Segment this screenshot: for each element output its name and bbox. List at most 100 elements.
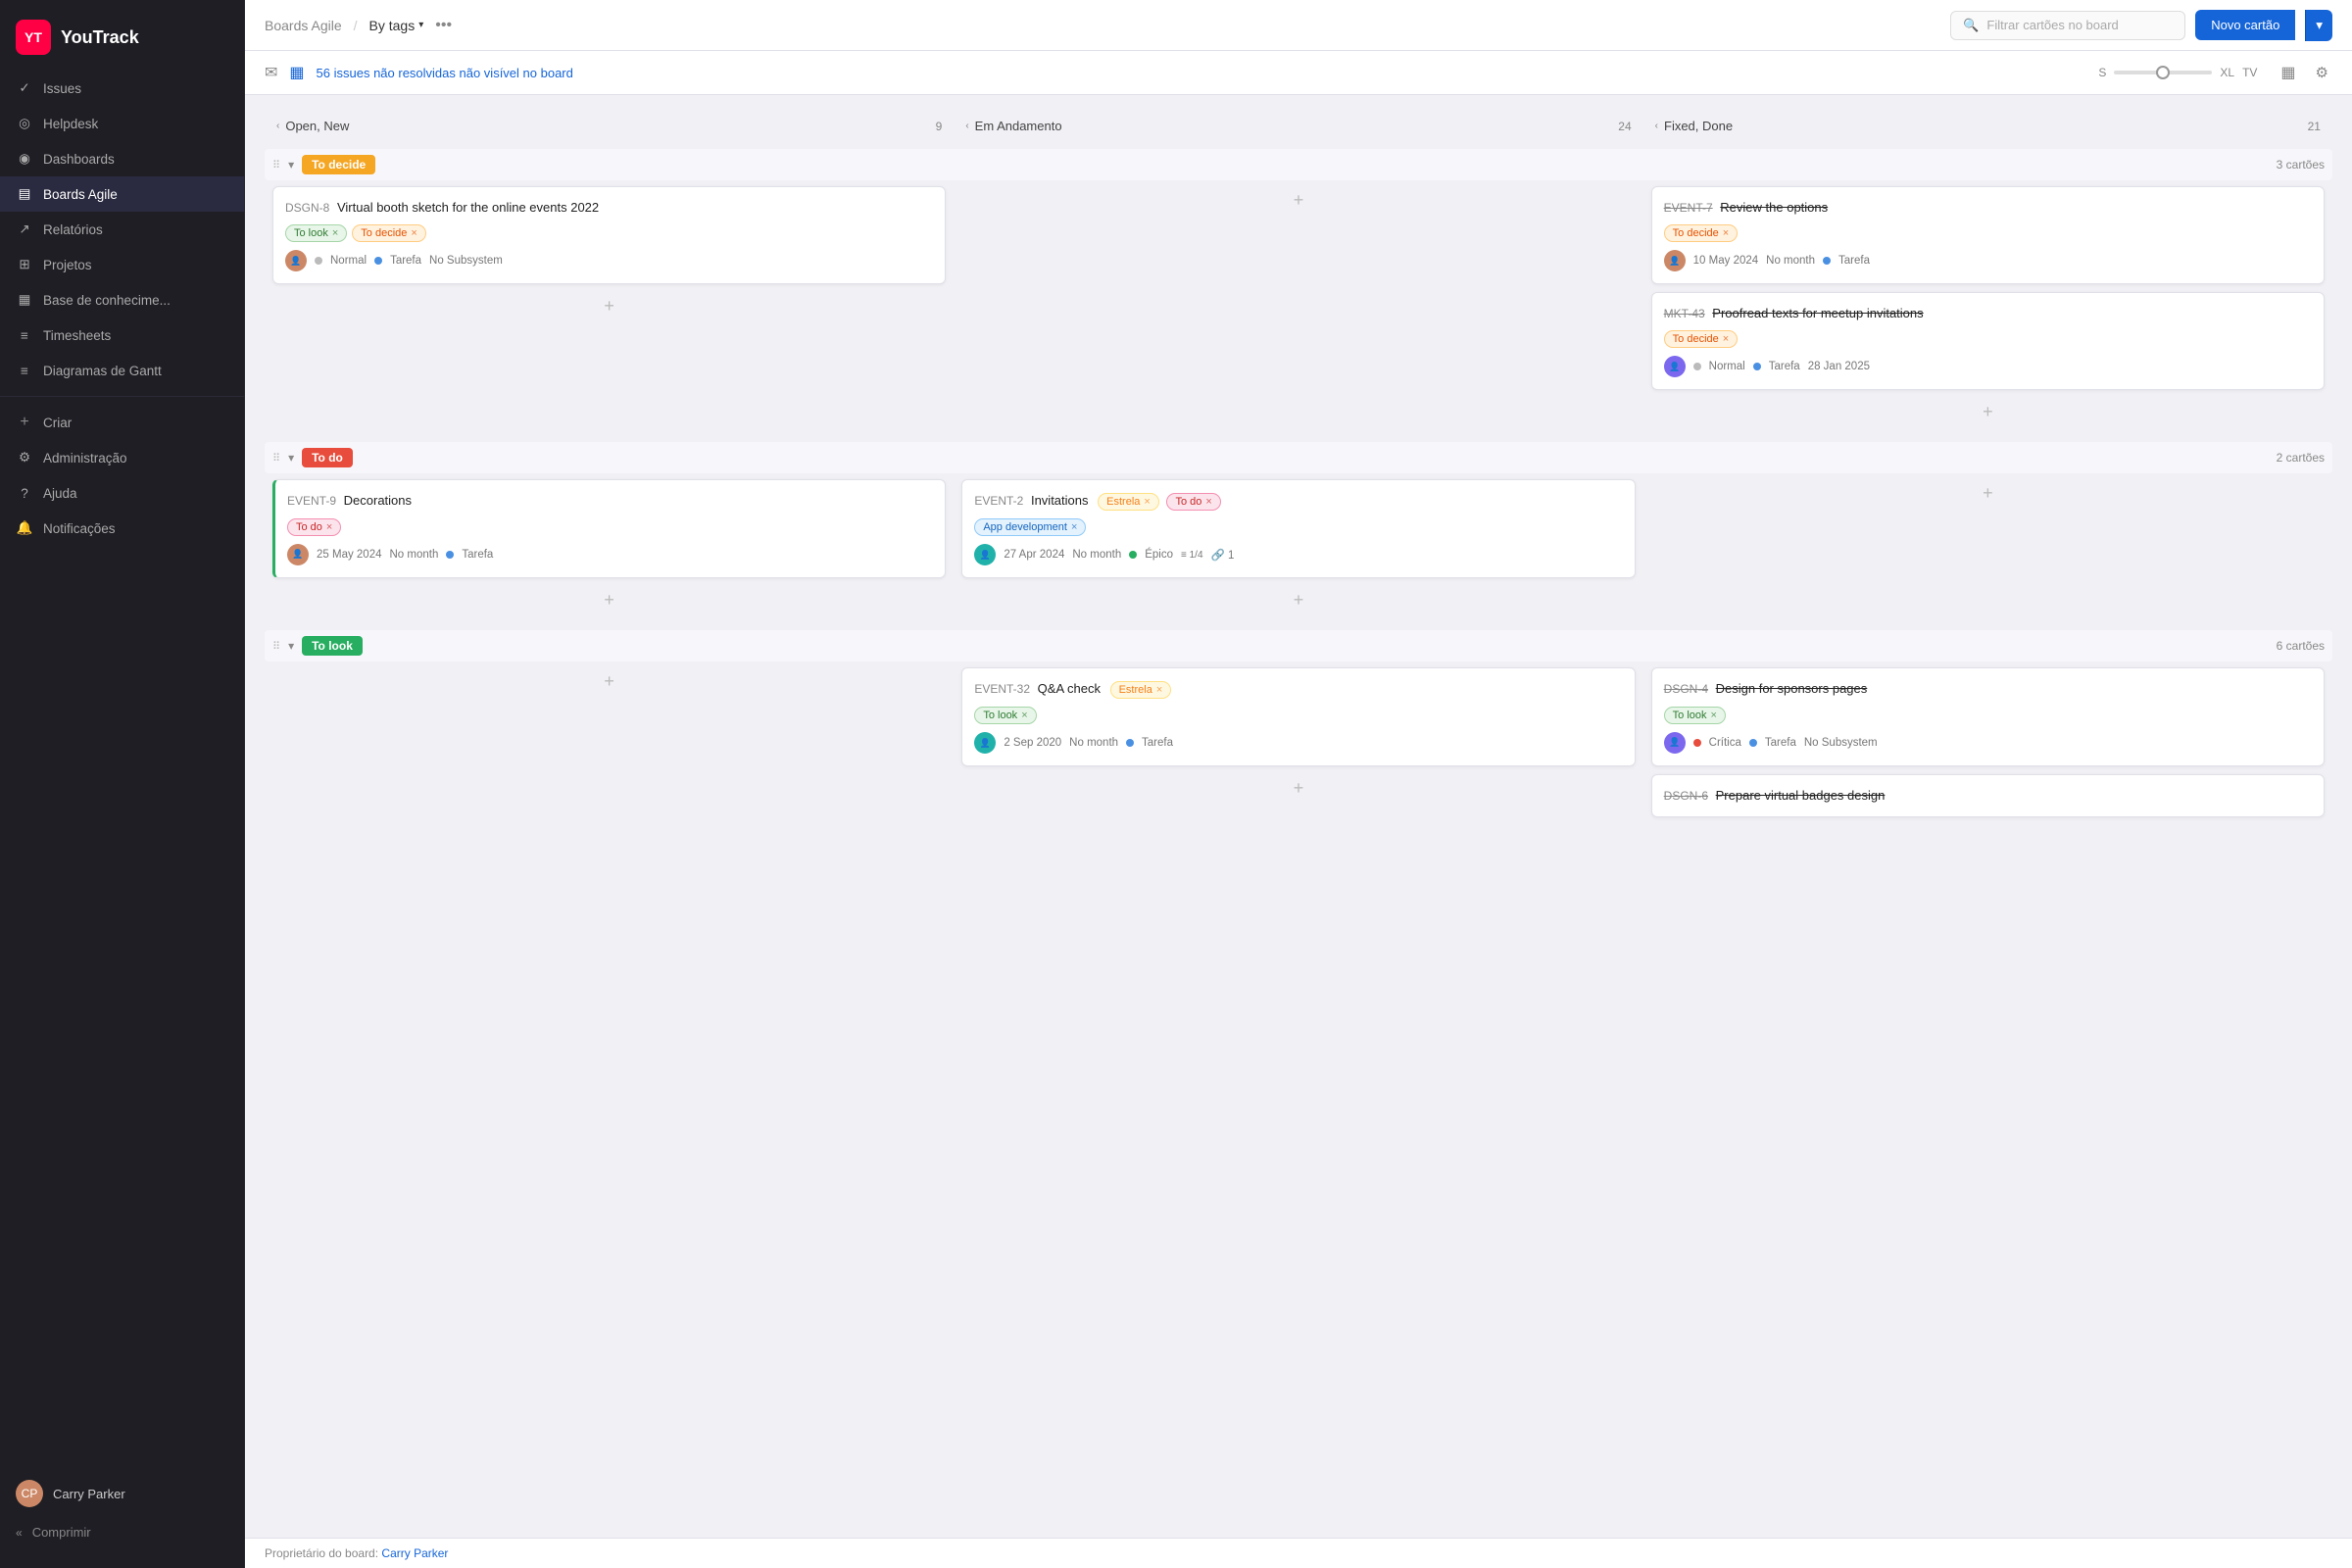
collapse-fixed-done-icon[interactable]: ‹ bbox=[1655, 121, 1658, 131]
swimlane-to-do: ⠿ ▾ To do 2 cartões EVENT-9 Decorations bbox=[265, 442, 2332, 614]
sidebar-bottom: CP Carry Parker « Comprimir bbox=[0, 1463, 244, 1556]
sidebar-item-projetos[interactable]: ⊞ Projetos bbox=[0, 247, 244, 282]
add-card-to-look-open-new[interactable]: + bbox=[272, 667, 946, 696]
nav-divider bbox=[0, 396, 244, 397]
to-look-fixed-done-col: DSGN-4 Design for sponsors pages To look… bbox=[1643, 667, 2332, 824]
chip-app-dev-event2[interactable]: App development × bbox=[974, 518, 1086, 536]
meta-tarefa-dsgn4: Tarefa bbox=[1765, 737, 1796, 749]
swimlane-to-look-columns: + EVENT-32 Q&A check Estrela × To look × bbox=[265, 667, 2332, 824]
sidebar-item-ajuda[interactable]: ? Ajuda bbox=[0, 475, 244, 511]
compress-icon: « bbox=[16, 1526, 23, 1540]
sidebar-item-boards-agile[interactable]: ▤ Boards Agile bbox=[0, 176, 244, 212]
swimlane-collapse-to-do-btn[interactable]: ▾ bbox=[288, 451, 294, 465]
sidebar-item-admin[interactable]: ⚙ Administração bbox=[0, 440, 244, 475]
meta-tarefa-event9: Tarefa bbox=[462, 549, 493, 561]
add-card-to-decide-open-new[interactable]: + bbox=[272, 292, 946, 320]
swimlane-to-look: ⠿ ▾ To look 6 cartões + EVENT-32 bbox=[265, 630, 2332, 824]
chip-to-do-event9[interactable]: To do × bbox=[287, 518, 341, 536]
card-id-event2: EVENT-2 bbox=[974, 494, 1023, 508]
user-profile[interactable]: CP Carry Parker bbox=[0, 1471, 244, 1516]
sidebar-item-issues[interactable]: ✓ Issues bbox=[0, 71, 244, 106]
breadcrumb-boards[interactable]: Boards Agile bbox=[265, 18, 342, 33]
meta-month-event7: No month bbox=[1766, 255, 1815, 267]
add-card-to-do-em-andamento[interactable]: + bbox=[961, 586, 1635, 614]
add-card-to-look-em-andamento[interactable]: + bbox=[961, 774, 1635, 803]
search-placeholder: Filtrar cartões no board bbox=[1986, 18, 2118, 32]
add-card-to-decide-fixed-done[interactable]: + bbox=[1651, 398, 2325, 426]
chip-to-decide-mkt43[interactable]: To decide × bbox=[1664, 330, 1739, 348]
compress-btn[interactable]: « Comprimir bbox=[0, 1516, 244, 1548]
card-id-event9: EVENT-9 bbox=[287, 494, 336, 508]
swimlane-to-look-count: 6 cartões bbox=[2277, 639, 2325, 653]
slider-track[interactable] bbox=[2114, 71, 2212, 74]
card-title-dsgn6: Prepare virtual badges design bbox=[1716, 788, 1886, 803]
sidebar-logo: YT YouTrack bbox=[0, 12, 244, 71]
swimlane-drag-handle-todo[interactable]: ⠿ bbox=[272, 452, 280, 465]
card-tags-mkt43: To decide × bbox=[1664, 330, 2312, 348]
avatar-event32: 👤 bbox=[974, 732, 996, 754]
sidebar-item-base[interactable]: ▦ Base de conhecime... bbox=[0, 282, 244, 318]
filter-by-tags-btn[interactable]: By tags ▾ bbox=[369, 18, 424, 33]
projetos-icon: ⊞ bbox=[16, 256, 33, 273]
more-options-btn[interactable]: ••• bbox=[435, 17, 452, 34]
chip-to-look-dsgn4[interactable]: To look × bbox=[1664, 707, 1726, 724]
sidebar-item-timesheets[interactable]: ≡ Timesheets bbox=[0, 318, 244, 353]
card-title-event32: Q&A check bbox=[1038, 681, 1101, 696]
chip-to-decide-event7[interactable]: To decide × bbox=[1664, 224, 1739, 242]
sidebar-item-diagramas[interactable]: ≡ Diagramas de Gantt bbox=[0, 353, 244, 388]
tag-to-do-badge: To do bbox=[302, 448, 353, 467]
footer-owner-link[interactable]: Carry Parker bbox=[381, 1546, 448, 1560]
logo-text: YouTrack bbox=[61, 27, 139, 48]
card-tags-event7: To decide × bbox=[1664, 224, 2312, 242]
compress-label: Comprimir bbox=[32, 1525, 91, 1540]
chip-to-look[interactable]: To look × bbox=[285, 224, 347, 242]
sidebar-item-notificacoes[interactable]: 🔔 Notificações bbox=[0, 511, 244, 546]
chip-to-look-event32[interactable]: To look × bbox=[974, 707, 1036, 724]
sidebar-item-dashboards[interactable]: ◉ Dashboards bbox=[0, 141, 244, 176]
size-tv-label: TV bbox=[2242, 66, 2257, 79]
swimlane-drag-handle[interactable]: ⠿ bbox=[272, 159, 280, 172]
swimlane-collapse-to-look-btn[interactable]: ▾ bbox=[288, 639, 294, 653]
swimlane-collapse-to-decide-btn[interactable]: ▾ bbox=[288, 158, 294, 172]
meta-normal-dsgn8: Normal bbox=[330, 255, 367, 267]
settings-icon[interactable]: ⚙ bbox=[2312, 60, 2332, 85]
add-card-to-do-fixed-done[interactable]: + bbox=[1651, 479, 2325, 508]
search-box[interactable]: 🔍 Filtrar cartões no board bbox=[1950, 11, 2185, 40]
sidebar-item-helpdesk[interactable]: ◎ Helpdesk bbox=[0, 106, 244, 141]
card-meta-event32: 👤 2 Sep 2020 No month Tarefa bbox=[974, 732, 1622, 754]
user-name: Carry Parker bbox=[53, 1487, 125, 1501]
chip-estrela-event2[interactable]: Estrela × bbox=[1098, 493, 1159, 511]
avatar-event2: 👤 bbox=[974, 544, 996, 565]
collapse-open-new-icon[interactable]: ‹ bbox=[276, 121, 279, 131]
meta-subsystem-dsgn4: No Subsystem bbox=[1804, 737, 1878, 749]
issues-bar: ✉ ▦ 56 issues não resolvidas não visível… bbox=[245, 51, 2352, 95]
priority-dot-mkt43 bbox=[1693, 363, 1701, 370]
breadcrumb-separator: / bbox=[354, 18, 358, 33]
card-event-9: EVENT-9 Decorations To do × 👤 25 May 202… bbox=[272, 479, 946, 577]
chip-estrela-event32[interactable]: Estrela × bbox=[1110, 681, 1172, 699]
chip-todo-event2[interactable]: To do × bbox=[1166, 493, 1220, 511]
type-dot-dsgn4 bbox=[1749, 739, 1757, 747]
priority-dot-dsgn8 bbox=[315, 257, 322, 265]
sidebar-item-criar[interactable]: + Criar bbox=[0, 405, 244, 440]
novo-cartao-dropdown-button[interactable]: ▾ bbox=[2305, 10, 2332, 41]
collapse-em-andamento-icon[interactable]: ‹ bbox=[965, 121, 968, 131]
add-card-to-decide-em-andamento[interactable]: + bbox=[961, 186, 1635, 215]
slider-thumb[interactable] bbox=[2156, 66, 2170, 79]
to-do-open-new-col: EVENT-9 Decorations To do × 👤 25 May 202… bbox=[265, 479, 954, 614]
bar-chart-view-icon[interactable]: ▦ bbox=[2277, 59, 2299, 86]
add-card-to-do-open-new[interactable]: + bbox=[272, 586, 946, 614]
swimlane-drag-handle-tolook[interactable]: ⠿ bbox=[272, 640, 280, 653]
size-xl-label: XL bbox=[2220, 66, 2234, 79]
column-fixed-done-label: Fixed, Done bbox=[1664, 119, 1733, 133]
size-slider[interactable]: S XL TV bbox=[2098, 66, 2257, 79]
card-title-event2: Invitations bbox=[1031, 493, 1089, 508]
chip-to-decide[interactable]: To decide × bbox=[352, 224, 426, 242]
avatar: CP bbox=[16, 1480, 43, 1507]
novo-cartao-button[interactable]: Novo cartão bbox=[2195, 10, 2295, 40]
admin-icon: ⚙ bbox=[16, 449, 33, 466]
type-dot-mkt43 bbox=[1753, 363, 1761, 370]
sidebar-label-issues: Issues bbox=[43, 81, 81, 96]
sidebar-item-relatorios[interactable]: ↗ Relatórios bbox=[0, 212, 244, 247]
card-title-dsgn4: Design for sponsors pages bbox=[1716, 681, 1868, 696]
